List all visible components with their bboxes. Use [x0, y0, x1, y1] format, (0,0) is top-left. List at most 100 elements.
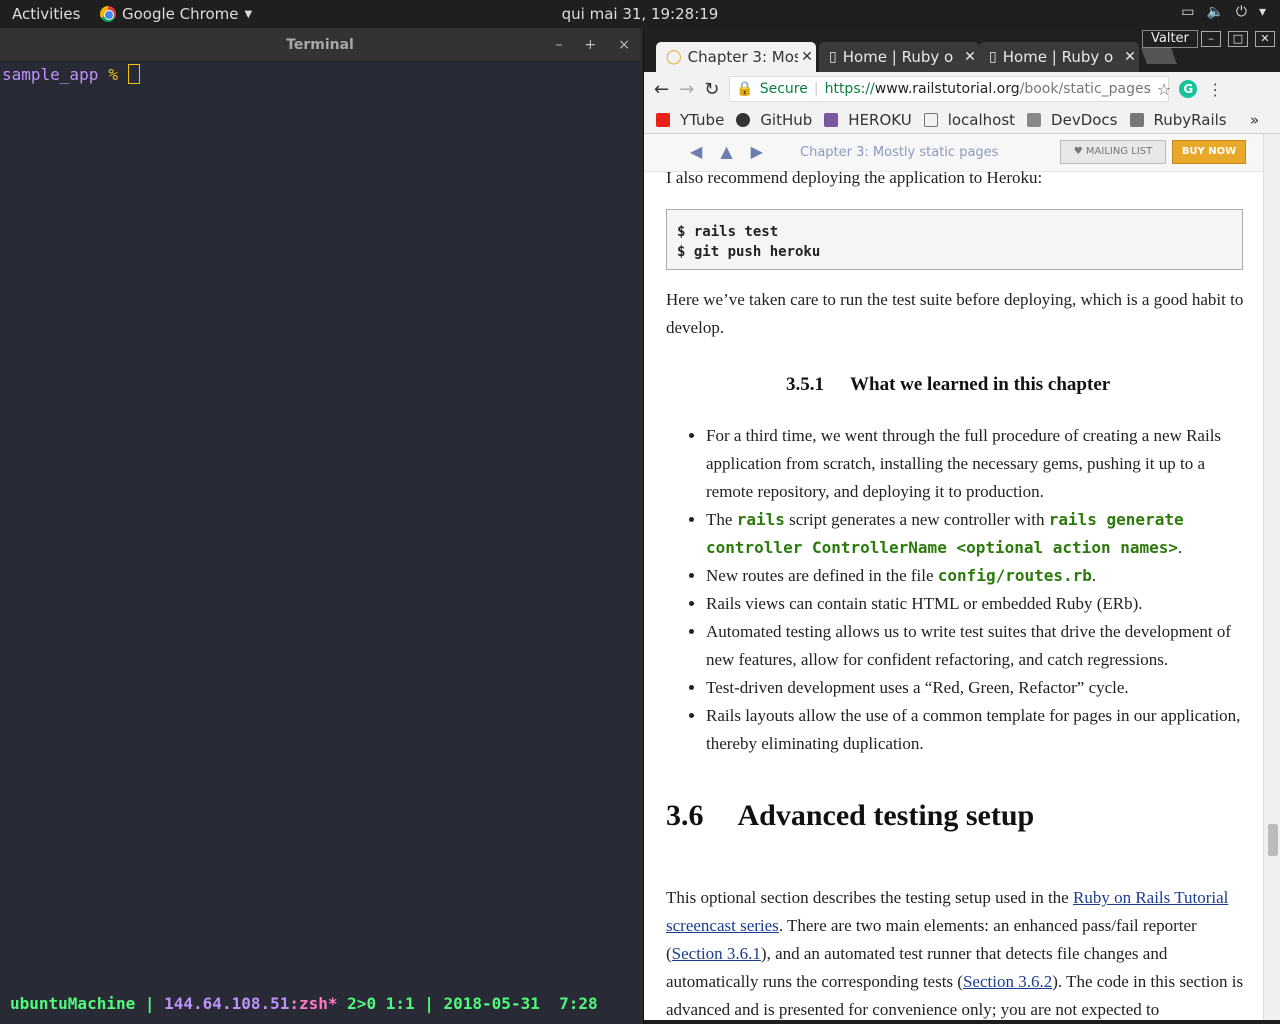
close-icon[interactable]: ✕	[1255, 31, 1275, 47]
tab-chapter3[interactable]: ◯ Chapter 3: Mos ✕	[656, 42, 816, 72]
chrome-window[interactable]: ◯ Chapter 3: Mos ✕ ▯ Home | Ruby o ✕ ▯ H…	[643, 28, 1280, 1024]
app-menu[interactable]: Google Chrome ▼	[100, 5, 252, 23]
bookmark-rubyrails[interactable]: RubyRails	[1129, 110, 1227, 129]
status-ip: 144.64.108.51	[164, 994, 290, 1013]
reload-icon[interactable]: ↻	[704, 79, 719, 100]
bookmark-github[interactable]: GitHub	[736, 111, 812, 129]
list-item: For a third time, we went through the fu…	[706, 422, 1246, 506]
bookmarks-bar: YTube GitHub HEROKU localhost DevDocs Ru…	[644, 106, 1280, 134]
close-icon[interactable]: ✕	[1121, 49, 1139, 65]
bookmark-label: RubyRails	[1153, 110, 1227, 129]
status-shell: :zsh*	[289, 994, 338, 1013]
maximize-icon[interactable]: +	[585, 28, 597, 62]
more-bookmarks-icon[interactable]: »	[1250, 111, 1259, 129]
list-item: The rails script generates a new control…	[706, 506, 1246, 562]
section-link[interactable]: Section 3.6.2	[963, 972, 1052, 991]
browser-toolbar: ← → ↻ 🔒 Secure | https://www.railstutori…	[644, 72, 1280, 106]
bookmark-localhost[interactable]: localhost	[923, 111, 1015, 129]
new-tab-button[interactable]	[1141, 48, 1177, 64]
secure-label: Secure	[759, 81, 808, 97]
inline-code: config/routes.rb	[937, 566, 1092, 585]
tab-label: Home | Ruby o	[1002, 48, 1114, 66]
activities-button[interactable]: Activities	[12, 5, 80, 23]
favicon-icon: ◯	[666, 49, 682, 65]
lock-icon: 🔒	[736, 81, 754, 97]
forward-icon[interactable]: →	[679, 79, 694, 100]
star-icon[interactable]: ☆	[1157, 80, 1171, 99]
prev-chapter-icon[interactable]: ◀	[690, 142, 702, 161]
close-icon[interactable]: ✕	[798, 49, 816, 65]
section-link[interactable]: Section 3.6.1	[672, 944, 761, 963]
shell-prompt[interactable]: sample_app %	[2, 64, 140, 84]
section-title: Advanced testing setup	[737, 799, 1035, 832]
nav-chapter-title[interactable]: Chapter 3: Mostly static pages	[800, 145, 998, 160]
minimize-icon[interactable]: –	[1201, 31, 1221, 47]
url-scheme: https://	[824, 81, 875, 97]
code-block: $ rails test $ git push heroku	[666, 209, 1243, 270]
bookmark-label: HEROKU	[848, 110, 912, 129]
text-cursor	[127, 64, 140, 84]
summary-list: For a third time, we went through the fu…	[706, 422, 1246, 758]
devdocs-icon	[1027, 112, 1042, 127]
tab-home-2[interactable]: ▯ Home | Ruby o ✕	[979, 42, 1139, 72]
tab-strip: ◯ Chapter 3: Mos ✕ ▯ Home | Ruby o ✕ ▯ H…	[644, 28, 1280, 72]
section-number: 3.5.1	[786, 374, 824, 395]
text: script generates a new controller with	[784, 510, 1049, 529]
minimize-icon[interactable]: –	[556, 28, 563, 62]
tab-label: Home | Ruby o	[842, 48, 954, 66]
bookmark-devdocs[interactable]: DevDocs	[1027, 110, 1118, 129]
prompt-dir: sample_app	[2, 64, 99, 84]
terminal-titlebar: Terminal – + ×	[0, 28, 640, 62]
text: New routes are defined in the file	[706, 566, 938, 585]
buy-now-button[interactable]: BUY NOW	[1172, 140, 1246, 164]
system-tray[interactable]: ▭ 🔈 ⏻ ▾	[1181, 4, 1266, 20]
url-path: /book/static_pages	[1019, 81, 1151, 97]
section-heading: 3.5.1 What we learned in this chapter	[786, 374, 1110, 396]
scrollbar-thumb[interactable]	[1268, 824, 1278, 856]
status-separator: |	[135, 994, 165, 1013]
page-icon: ▯	[829, 49, 837, 65]
text: .	[1091, 566, 1097, 585]
bookmark-label: YTube	[680, 110, 725, 129]
terminal-window[interactable]: Terminal – + × sample_app % ubuntuMachin…	[0, 28, 640, 1024]
list-item: Test-driven development uses a “Red, Gre…	[706, 674, 1246, 702]
up-icon[interactable]: ▲	[720, 142, 732, 161]
paragraph: This optional section describes the test…	[666, 884, 1246, 1020]
tmux-status-bar: ubuntuMachine | 144.64.108.51:zsh* 2>0 1…	[10, 994, 598, 1013]
separator: |	[813, 81, 819, 97]
top-bar: Activities Google Chrome ▼ qui mai 31, 1…	[0, 0, 1280, 28]
bookmark-ytube[interactable]: YTube	[656, 111, 724, 129]
maximize-icon[interactable]: □	[1228, 31, 1248, 47]
close-icon[interactable]: ✕	[961, 49, 979, 65]
page-content[interactable]: ◀ ▲ ▶ Chapter 3: Mostly static pages ♥ M…	[644, 134, 1263, 1020]
screen-icon[interactable]: ▭	[1181, 4, 1194, 20]
bookmark-label: GitHub	[760, 110, 813, 129]
next-chapter-icon[interactable]: ▶	[751, 142, 763, 161]
section-number: 3.6	[666, 799, 704, 832]
chevron-down-icon: ▼	[244, 8, 253, 20]
address-bar[interactable]: 🔒 Secure | https://www.railstutorial.org…	[729, 76, 1171, 102]
power-icon[interactable]: ⏻	[1236, 4, 1247, 20]
scrollbar[interactable]	[1263, 134, 1280, 1020]
grammarly-icon[interactable]: G	[1179, 80, 1198, 98]
chevron-down-icon[interactable]: ▾	[1259, 4, 1266, 20]
profile-button[interactable]: Valter	[1142, 30, 1198, 48]
volume-icon[interactable]: 🔈	[1206, 4, 1223, 20]
close-icon[interactable]: ×	[618, 28, 630, 62]
list-item: Rails views can contain static HTML or e…	[706, 590, 1246, 618]
text: The	[706, 510, 737, 529]
back-icon[interactable]: ←	[654, 79, 669, 100]
section-title: What we learned in this chapter	[850, 374, 1111, 395]
page-icon	[923, 112, 938, 127]
list-item: New routes are defined in the file confi…	[706, 562, 1246, 590]
status-rest: 2>0 1:1 | 2018-05-31 7:28	[337, 994, 598, 1013]
bookmark-heroku[interactable]: HEROKU	[824, 110, 912, 129]
heart-icon: ♥	[1073, 146, 1086, 157]
section-heading: 3.6 Advanced testing setup	[666, 799, 1034, 833]
menu-icon[interactable]: ⋮	[1207, 80, 1223, 99]
heroku-icon	[824, 112, 839, 127]
bookmark-label: DevDocs	[1051, 110, 1118, 129]
mailing-list-button[interactable]: ♥ MAILING LIST	[1060, 140, 1166, 164]
text: This optional section describes the test…	[666, 888, 1073, 907]
tab-home-1[interactable]: ▯ Home | Ruby o ✕	[819, 42, 979, 72]
